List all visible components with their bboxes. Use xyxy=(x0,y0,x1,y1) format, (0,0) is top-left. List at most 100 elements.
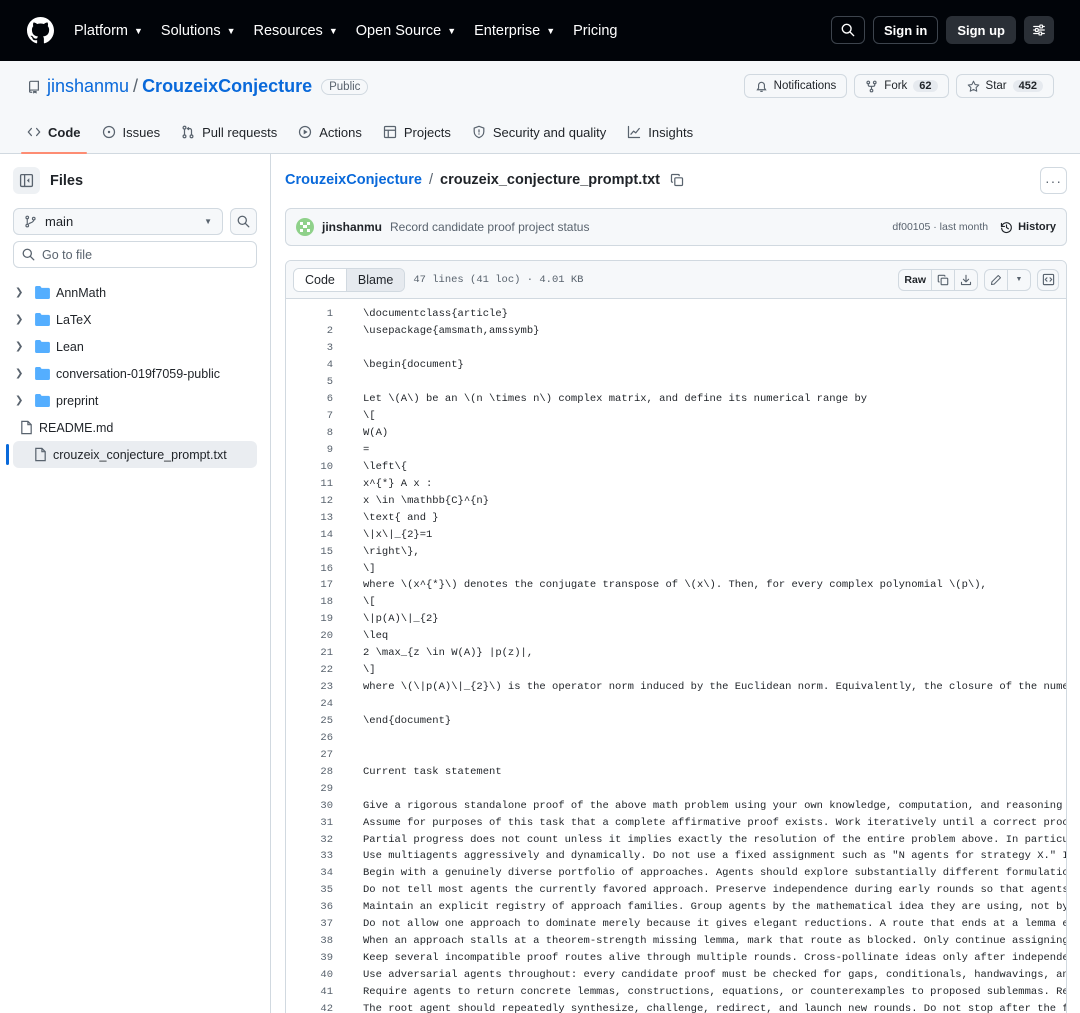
repo-name-link[interactable]: CrouzeixConjecture xyxy=(142,76,312,97)
line-number[interactable]: 34 xyxy=(286,867,333,879)
line-number[interactable]: 29 xyxy=(286,783,333,795)
line-number[interactable]: 12 xyxy=(286,495,333,507)
tab-actions[interactable]: Actions xyxy=(298,123,362,154)
download-button[interactable] xyxy=(955,270,977,290)
line-number[interactable]: 11 xyxy=(286,478,333,490)
tree-item-folder[interactable]: ❯ Lean xyxy=(0,333,270,360)
line-number[interactable]: 28 xyxy=(286,766,333,778)
chevron-right-icon[interactable]: ❯ xyxy=(15,287,29,298)
chevron-right-icon[interactable]: ❯ xyxy=(15,368,29,379)
breadcrumb-repo-link[interactable]: CrouzeixConjecture xyxy=(285,172,422,188)
line-number[interactable]: 27 xyxy=(286,749,333,761)
line-number[interactable]: 41 xyxy=(286,986,333,998)
line-number[interactable]: 39 xyxy=(286,952,333,964)
tree-item-file-selected[interactable]: crouzeix_conjecture_prompt.txt xyxy=(6,441,257,468)
tab-pull-requests[interactable]: Pull requests xyxy=(181,123,277,154)
line-number[interactable]: 20 xyxy=(286,630,333,642)
sign-up-button[interactable]: Sign up xyxy=(946,16,1016,44)
nav-pricing[interactable]: Pricing xyxy=(573,23,617,39)
chevron-right-icon[interactable]: ❯ xyxy=(15,314,29,325)
tab-code[interactable]: Code xyxy=(21,123,86,154)
nav-platform[interactable]: Platform ▼ xyxy=(74,23,143,39)
history-button[interactable]: History xyxy=(1000,221,1056,234)
line-number[interactable]: 15 xyxy=(286,546,333,558)
tab-issues[interactable]: Issues xyxy=(102,123,160,154)
fork-button[interactable]: Fork 62 xyxy=(854,74,949,98)
line-number[interactable]: 18 xyxy=(286,596,333,608)
line-number[interactable]: 25 xyxy=(286,715,333,727)
edit-file-button[interactable] xyxy=(985,269,1008,290)
tree-item-folder[interactable]: ❯ preprint xyxy=(0,387,270,414)
commit-meta[interactable]: df00105 · last month xyxy=(892,221,988,233)
nav-solutions[interactable]: Solutions ▼ xyxy=(161,23,236,39)
line-number[interactable]: 42 xyxy=(286,1003,333,1013)
tab-projects[interactable]: Projects xyxy=(383,123,451,154)
commit-message[interactable]: Record candidate proof project status xyxy=(390,220,589,234)
line-number[interactable]: 2 xyxy=(286,325,333,337)
tree-item-folder[interactable]: ❯ AnnMath xyxy=(0,279,270,306)
line-number[interactable]: 17 xyxy=(286,579,333,591)
line-number[interactable]: 8 xyxy=(286,427,333,439)
line-number[interactable]: 9 xyxy=(286,444,333,456)
line-number[interactable]: 16 xyxy=(286,563,333,575)
line-number[interactable]: 31 xyxy=(286,817,333,829)
line-number[interactable]: 3 xyxy=(286,342,333,354)
go-to-file-field[interactable] xyxy=(13,241,257,268)
copy-raw-button[interactable] xyxy=(932,269,955,290)
more-options-button[interactable]: ··· xyxy=(1040,167,1067,194)
copy-path-button[interactable] xyxy=(670,173,684,187)
avatar[interactable] xyxy=(296,218,314,236)
code-view-button[interactable]: Code xyxy=(294,268,347,291)
line-number[interactable]: 33 xyxy=(286,850,333,862)
line-number[interactable]: 30 xyxy=(286,800,333,812)
nav-open-source[interactable]: Open Source ▼ xyxy=(356,23,456,39)
go-to-file-input[interactable] xyxy=(42,247,242,262)
line-number[interactable]: 10 xyxy=(286,461,333,473)
appearance-settings-button[interactable] xyxy=(1024,16,1054,44)
line-number[interactable]: 4 xyxy=(286,359,333,371)
line-number[interactable]: 40 xyxy=(286,969,333,981)
blame-view-button[interactable]: Blame xyxy=(346,268,405,291)
line-number[interactable]: 6 xyxy=(286,393,333,405)
line-number[interactable]: 32 xyxy=(286,834,333,846)
tab-security[interactable]: Security and quality xyxy=(472,123,606,154)
raw-button[interactable]: Raw xyxy=(899,269,932,290)
line-number[interactable]: 26 xyxy=(286,732,333,744)
line-number[interactable]: 14 xyxy=(286,529,333,541)
branch-selector[interactable]: main ▼ xyxy=(13,208,223,235)
file-search-button[interactable] xyxy=(230,208,257,235)
chevron-right-icon[interactable]: ❯ xyxy=(15,341,29,352)
chevron-right-icon[interactable]: ❯ xyxy=(15,395,29,406)
edit-actions-group: ▼ xyxy=(984,268,1031,291)
line-number[interactable]: 19 xyxy=(286,613,333,625)
line-number[interactable]: 13 xyxy=(286,512,333,524)
star-button[interactable]: Star 452 xyxy=(955,74,1054,98)
tab-insights[interactable]: Insights xyxy=(627,123,693,154)
line-number[interactable]: 38 xyxy=(286,935,333,947)
line-number[interactable]: 22 xyxy=(286,664,333,676)
symbols-panel-button[interactable] xyxy=(1037,268,1059,291)
line-number[interactable]: 36 xyxy=(286,901,333,913)
line-number[interactable]: 35 xyxy=(286,884,333,896)
nav-enterprise[interactable]: Enterprise ▼ xyxy=(474,23,555,39)
commit-author[interactable]: jinshanmu xyxy=(322,220,382,234)
sign-in-button[interactable]: Sign in xyxy=(872,16,939,44)
line-number[interactable]: 24 xyxy=(286,698,333,710)
notifications-button[interactable]: Notifications xyxy=(743,74,848,98)
edit-dropdown-button[interactable]: ▼ xyxy=(1008,270,1030,290)
line-number[interactable]: 5 xyxy=(286,376,333,388)
line-number[interactable]: 23 xyxy=(286,681,333,693)
github-logo-icon[interactable] xyxy=(27,17,54,44)
repo-owner-link[interactable]: jinshanmu xyxy=(47,76,129,97)
line-number[interactable]: 7 xyxy=(286,410,333,422)
tree-item-folder[interactable]: ❯ conversation-019f7059-public xyxy=(0,360,270,387)
nav-resources[interactable]: Resources ▼ xyxy=(254,23,338,39)
tree-item-folder[interactable]: ❯ LaTeX xyxy=(0,306,270,333)
line-number[interactable]: 37 xyxy=(286,918,333,930)
search-button[interactable] xyxy=(830,16,865,44)
line-number[interactable]: 1 xyxy=(286,308,333,320)
line-content: \] xyxy=(363,664,376,677)
collapse-sidebar-button[interactable] xyxy=(13,167,40,194)
line-number[interactable]: 21 xyxy=(286,647,333,659)
tree-item-file[interactable]: README.md xyxy=(0,414,270,441)
